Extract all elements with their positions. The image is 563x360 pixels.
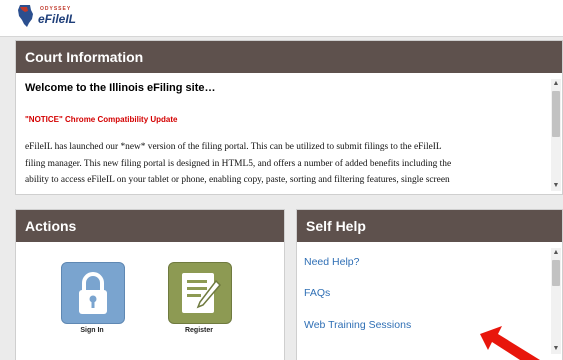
sign-in-label[interactable]: Sign In <box>61 327 123 334</box>
self-help-title: Self Help <box>297 210 562 242</box>
scrollbar-thumb[interactable] <box>552 260 560 286</box>
red-arrow-icon <box>480 326 540 360</box>
top-header: ODYSSEY eFileIL <box>0 0 563 37</box>
court-info-paragraph: eFileIL has launched our *new* version o… <box>25 139 542 189</box>
document-pen-icon <box>182 273 222 313</box>
paragraph-line: filing manager. This new filing portal i… <box>25 158 452 169</box>
notice-heading: "NOTICE" Chrome Compatibility Update <box>25 115 178 124</box>
need-help-link[interactable]: Need Help? <box>304 256 359 268</box>
faqs-link[interactable]: FAQs <box>304 287 330 299</box>
court-information-body: Welcome to the Illinois eFiling site… "N… <box>16 73 562 194</box>
actions-panel: Actions Sign In Register <box>15 209 285 360</box>
scroll-down-icon[interactable]: ▼ <box>551 344 561 354</box>
scroll-up-icon[interactable]: ▲ <box>551 79 561 89</box>
court-information-title: Court Information <box>16 41 562 73</box>
court-info-scrollbar[interactable]: ▲ ▼ <box>551 79 561 191</box>
scroll-up-icon[interactable]: ▲ <box>551 248 561 258</box>
register-label[interactable]: Register <box>168 327 230 334</box>
self-help-scrollbar[interactable]: ▲ ▼ <box>551 248 561 354</box>
register-button[interactable] <box>168 262 232 324</box>
paragraph-line: ability to access eFileIL on your tablet… <box>25 175 450 185</box>
logo-text: eFileIL <box>38 12 77 26</box>
scrollbar-thumb[interactable] <box>552 91 560 137</box>
sign-in-button[interactable] <box>61 262 125 324</box>
welcome-heading: Welcome to the Illinois eFiling site… <box>25 82 216 94</box>
actions-title: Actions <box>16 210 284 242</box>
efileil-logo[interactable]: ODYSSEY eFileIL <box>16 4 76 30</box>
scroll-down-icon[interactable]: ▼ <box>551 181 561 191</box>
paragraph-line: eFileIL has launched our *new* version o… <box>25 142 442 152</box>
web-training-link[interactable]: Web Training Sessions <box>304 319 411 331</box>
illinois-state-icon <box>18 5 33 27</box>
lock-icon <box>79 272 107 314</box>
court-information-panel: Court Information Welcome to the Illinoi… <box>15 40 563 195</box>
